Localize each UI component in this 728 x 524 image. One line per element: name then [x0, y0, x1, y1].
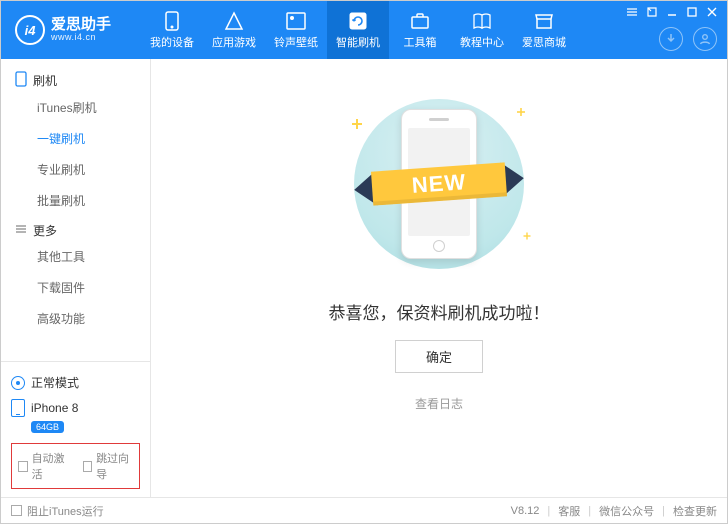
header: i4 爱思助手 www.i4.cn 我的设备 应用游戏 铃声壁纸 智能刷机: [1, 1, 727, 59]
sidebar-item-download-firmware[interactable]: 下载固件: [1, 272, 150, 303]
checkbox-block-itunes[interactable]: 阻止iTunes运行: [11, 503, 104, 519]
nav-flash[interactable]: 智能刷机: [327, 1, 389, 59]
book-icon: [471, 10, 493, 32]
footer-link-wechat[interactable]: 微信公众号: [599, 503, 654, 519]
sparkle-icon: [524, 233, 531, 240]
nav-label: 教程中心: [460, 34, 504, 50]
footer-right: V8.12 | 客服 | 微信公众号 | 检查更新: [511, 503, 717, 519]
top-nav: 我的设备 应用游戏 铃声壁纸 智能刷机 工具箱 教程中心: [141, 1, 575, 59]
nav-ringtone[interactable]: 铃声壁纸: [265, 1, 327, 59]
sidebar: 刷机 iTunes刷机 一键刷机 专业刷机 批量刷机 更多 其他工具 下载固件 …: [1, 59, 151, 497]
nav-label: 爱思商城: [522, 34, 566, 50]
nav-label: 智能刷机: [336, 34, 380, 50]
main-panel: NEW 恭喜您，保资料刷机成功啦！ 确定 查看日志: [151, 59, 727, 497]
checkbox-icon: [83, 461, 93, 472]
sidebar-item-pro-flash[interactable]: 专业刷机: [1, 154, 150, 185]
group-title: 刷机: [33, 72, 57, 89]
sidebar-item-advanced[interactable]: 高级功能: [1, 303, 150, 334]
apps-icon: [223, 10, 245, 32]
nav-label: 我的设备: [150, 34, 194, 50]
mode-indicator[interactable]: 正常模式: [11, 370, 140, 395]
sidebar-item-onekey-flash[interactable]: 一键刷机: [1, 123, 150, 154]
sidebar-group-more: 更多: [1, 216, 150, 241]
flash-icon: [347, 10, 369, 32]
phone-outline-icon: [15, 71, 27, 90]
sidebar-group-flash: 刷机: [1, 65, 150, 92]
window-controls: [625, 5, 719, 19]
group-title: 更多: [33, 222, 57, 239]
version-label: V8.12: [511, 505, 540, 517]
mode-label: 正常模式: [31, 374, 79, 391]
header-actions: [659, 27, 717, 51]
checkbox-auto-activate[interactable]: 自动激活: [18, 450, 69, 482]
checkbox-label: 自动激活: [32, 450, 69, 482]
app-window: i4 爱思助手 www.i4.cn 我的设备 应用游戏 铃声壁纸 智能刷机: [0, 0, 728, 524]
confirm-button[interactable]: 确定: [395, 340, 483, 373]
checkbox-label: 阻止iTunes运行: [27, 503, 104, 519]
sidebar-item-itunes-flash[interactable]: iTunes刷机: [1, 92, 150, 123]
success-message: 恭喜您，保资料刷机成功啦！: [329, 299, 550, 324]
download-icon[interactable]: [659, 27, 683, 51]
close-icon[interactable]: [705, 5, 719, 19]
checkbox-skip-guide[interactable]: 跳过向导: [83, 450, 134, 482]
more-icon: [15, 223, 27, 238]
device-name: iPhone 8: [31, 401, 78, 415]
success-illustration: NEW: [324, 89, 554, 279]
storage-badge: 64GB: [31, 421, 64, 433]
nav-apps[interactable]: 应用游戏: [203, 1, 265, 59]
brand-url: www.i4.cn: [51, 33, 111, 43]
footer-link-update[interactable]: 检查更新: [673, 503, 717, 519]
sparkle-icon: [517, 108, 525, 116]
sidebar-item-batch-flash[interactable]: 批量刷机: [1, 185, 150, 216]
sidebar-bottom: 正常模式 iPhone 8 64GB 自动激活 跳过向导: [1, 361, 150, 497]
nav-store[interactable]: 爱思商城: [513, 1, 575, 59]
user-icon[interactable]: [693, 27, 717, 51]
minimize-icon[interactable]: [665, 5, 679, 19]
nav-label: 铃声壁纸: [274, 34, 318, 50]
nav-toolbox[interactable]: 工具箱: [389, 1, 451, 59]
mode-dot-icon: [11, 376, 25, 390]
skin-icon[interactable]: [645, 5, 659, 19]
device-indicator[interactable]: iPhone 8: [11, 395, 140, 421]
maximize-icon[interactable]: [685, 5, 699, 19]
nav-tutorial[interactable]: 教程中心: [451, 1, 513, 59]
device-icon: [11, 399, 25, 417]
sparkle-icon: [352, 119, 362, 129]
view-log-link[interactable]: 查看日志: [415, 395, 463, 412]
logo-mark: i4: [15, 15, 45, 45]
toolbox-icon: [409, 10, 431, 32]
store-icon: [533, 10, 555, 32]
footer: 阻止iTunes运行 V8.12 | 客服 | 微信公众号 | 检查更新: [1, 497, 727, 523]
sidebar-scroll: 刷机 iTunes刷机 一键刷机 专业刷机 批量刷机 更多 其他工具 下载固件 …: [1, 59, 150, 361]
checkbox-icon: [18, 461, 28, 472]
nav-my-device[interactable]: 我的设备: [141, 1, 203, 59]
device-storage-row: 64GB: [11, 421, 140, 437]
nav-label: 应用游戏: [212, 34, 256, 50]
body: 刷机 iTunes刷机 一键刷机 专业刷机 批量刷机 更多 其他工具 下载固件 …: [1, 59, 727, 497]
sidebar-item-other-tools[interactable]: 其他工具: [1, 241, 150, 272]
checkbox-icon: [11, 505, 22, 516]
footer-link-support[interactable]: 客服: [558, 503, 580, 519]
menu-icon[interactable]: [625, 5, 639, 19]
checkbox-label: 跳过向导: [96, 450, 133, 482]
brand-name: 爱思助手: [51, 17, 111, 34]
nav-label: 工具箱: [404, 34, 437, 50]
phone-icon: [161, 10, 183, 32]
highlighted-checkboxes: 自动激活 跳过向导: [11, 443, 140, 489]
ribbon-text: NEW: [371, 162, 507, 205]
logo-text: 爱思助手 www.i4.cn: [51, 17, 111, 43]
image-icon: [285, 10, 307, 32]
logo[interactable]: i4 爱思助手 www.i4.cn: [1, 15, 141, 45]
